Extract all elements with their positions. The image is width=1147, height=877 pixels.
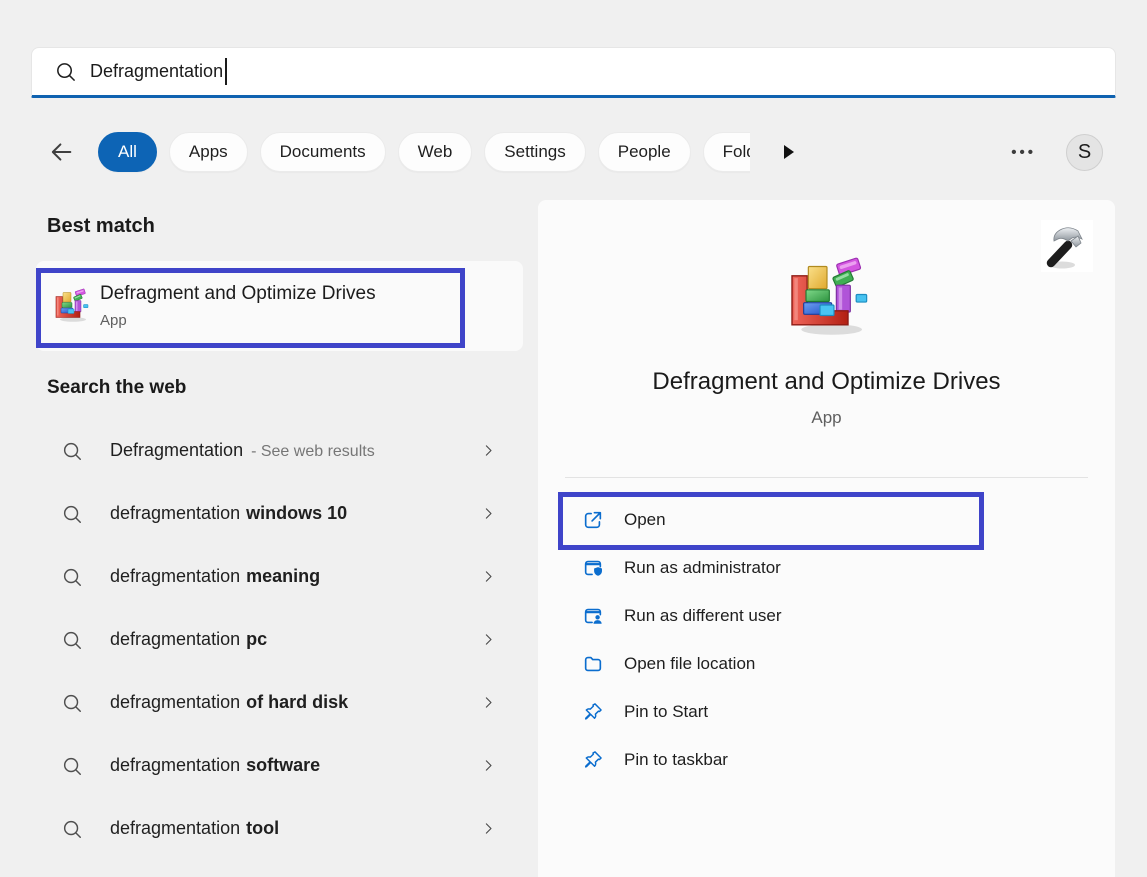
defrag-app-icon-large [785, 256, 869, 340]
filter-tab-web[interactable]: Web [398, 132, 473, 172]
best-match-result[interactable]: Defragment and Optimize Drives App [36, 261, 523, 351]
filter-tab-settings[interactable]: Settings [484, 132, 585, 172]
more-options-button[interactable]: ••• [1005, 138, 1042, 167]
filter-tab-apps[interactable]: Apps [169, 132, 248, 172]
web-suggestion-row[interactable]: Defragmentation- See web results [36, 419, 523, 482]
filter-tabs: All Apps Documents Web Settings People Folders [98, 130, 750, 174]
search-icon [61, 755, 83, 777]
filter-toolbar: All Apps Documents Web Settings People Folders… [31, 130, 1116, 174]
defrag-app-icon [53, 288, 89, 324]
run-as-user-icon [582, 605, 604, 627]
folder-icon [582, 653, 604, 675]
search-icon [61, 818, 83, 840]
search-icon [61, 503, 83, 525]
search-the-web-heading: Search the web [47, 377, 186, 399]
best-match-heading: Best match [47, 215, 155, 238]
chevron-right-icon[interactable] [480, 505, 497, 522]
pin-to-taskbar-button[interactable]: Pin to taskbar [538, 736, 1115, 784]
web-suggestions-list: Defragmentation- See web results defragm… [36, 419, 523, 860]
best-match-title: Defragment and Optimize Drives [100, 283, 376, 305]
scroll-tabs-right-button[interactable] [774, 138, 802, 166]
web-suggestion-row[interactable]: defragmentationof hard disk [36, 671, 523, 734]
run-as-different-user-button[interactable]: Run as different user [538, 592, 1115, 640]
actions-list: Open Run as administrator Run as differe… [538, 496, 1115, 784]
preview-panel: Defragment and Optimize Drives App Open … [538, 200, 1115, 877]
preview-app-title: Defragment and Optimize Drives [538, 368, 1115, 396]
run-as-admin-icon [582, 557, 604, 579]
chevron-right-icon[interactable] [480, 694, 497, 711]
hammer-cursor-icon [1041, 220, 1093, 272]
user-avatar[interactable]: S [1066, 134, 1103, 171]
chevron-right-icon[interactable] [480, 820, 497, 837]
web-suggestion-row[interactable]: defragmentationmeaning [36, 545, 523, 608]
web-suggestion-row[interactable]: defragmentationtool [36, 797, 523, 860]
pin-icon [582, 701, 604, 723]
open-file-location-button[interactable]: Open file location [538, 640, 1115, 688]
web-suggestion-row[interactable]: defragmentationsoftware [36, 734, 523, 797]
chevron-right-icon[interactable] [480, 442, 497, 459]
chevron-right-icon[interactable] [480, 568, 497, 585]
back-arrow-icon [47, 138, 75, 166]
open-external-icon [582, 509, 604, 531]
search-icon [61, 692, 83, 714]
play-icon [776, 140, 800, 164]
web-suggestion-row[interactable]: defragmentationwindows 10 [36, 482, 523, 545]
pin-icon [582, 749, 604, 771]
search-icon [61, 629, 83, 651]
filter-tab-people[interactable]: People [598, 132, 691, 172]
filter-tab-documents[interactable]: Documents [260, 132, 386, 172]
filter-tab-folders[interactable]: Folders [703, 132, 750, 172]
pin-to-start-button[interactable]: Pin to Start [538, 688, 1115, 736]
search-icon [61, 566, 83, 588]
open-button[interactable]: Open [538, 496, 1115, 544]
chevron-right-icon[interactable] [480, 631, 497, 648]
web-suggestion-row[interactable]: defragmentationpc [36, 608, 523, 671]
search-icon [61, 440, 83, 462]
preview-app-subtitle: App [538, 408, 1115, 428]
chevron-right-icon[interactable] [480, 757, 497, 774]
run-as-administrator-button[interactable]: Run as administrator [538, 544, 1115, 592]
filter-tab-all[interactable]: All [98, 132, 157, 172]
best-match-subtitle: App [100, 312, 376, 329]
search-query-text: Defragmentation [90, 61, 223, 82]
text-caret [225, 58, 227, 85]
search-icon [54, 60, 77, 83]
back-button[interactable] [43, 134, 79, 170]
divider [565, 477, 1088, 478]
search-input[interactable]: Defragmentation [31, 47, 1116, 98]
